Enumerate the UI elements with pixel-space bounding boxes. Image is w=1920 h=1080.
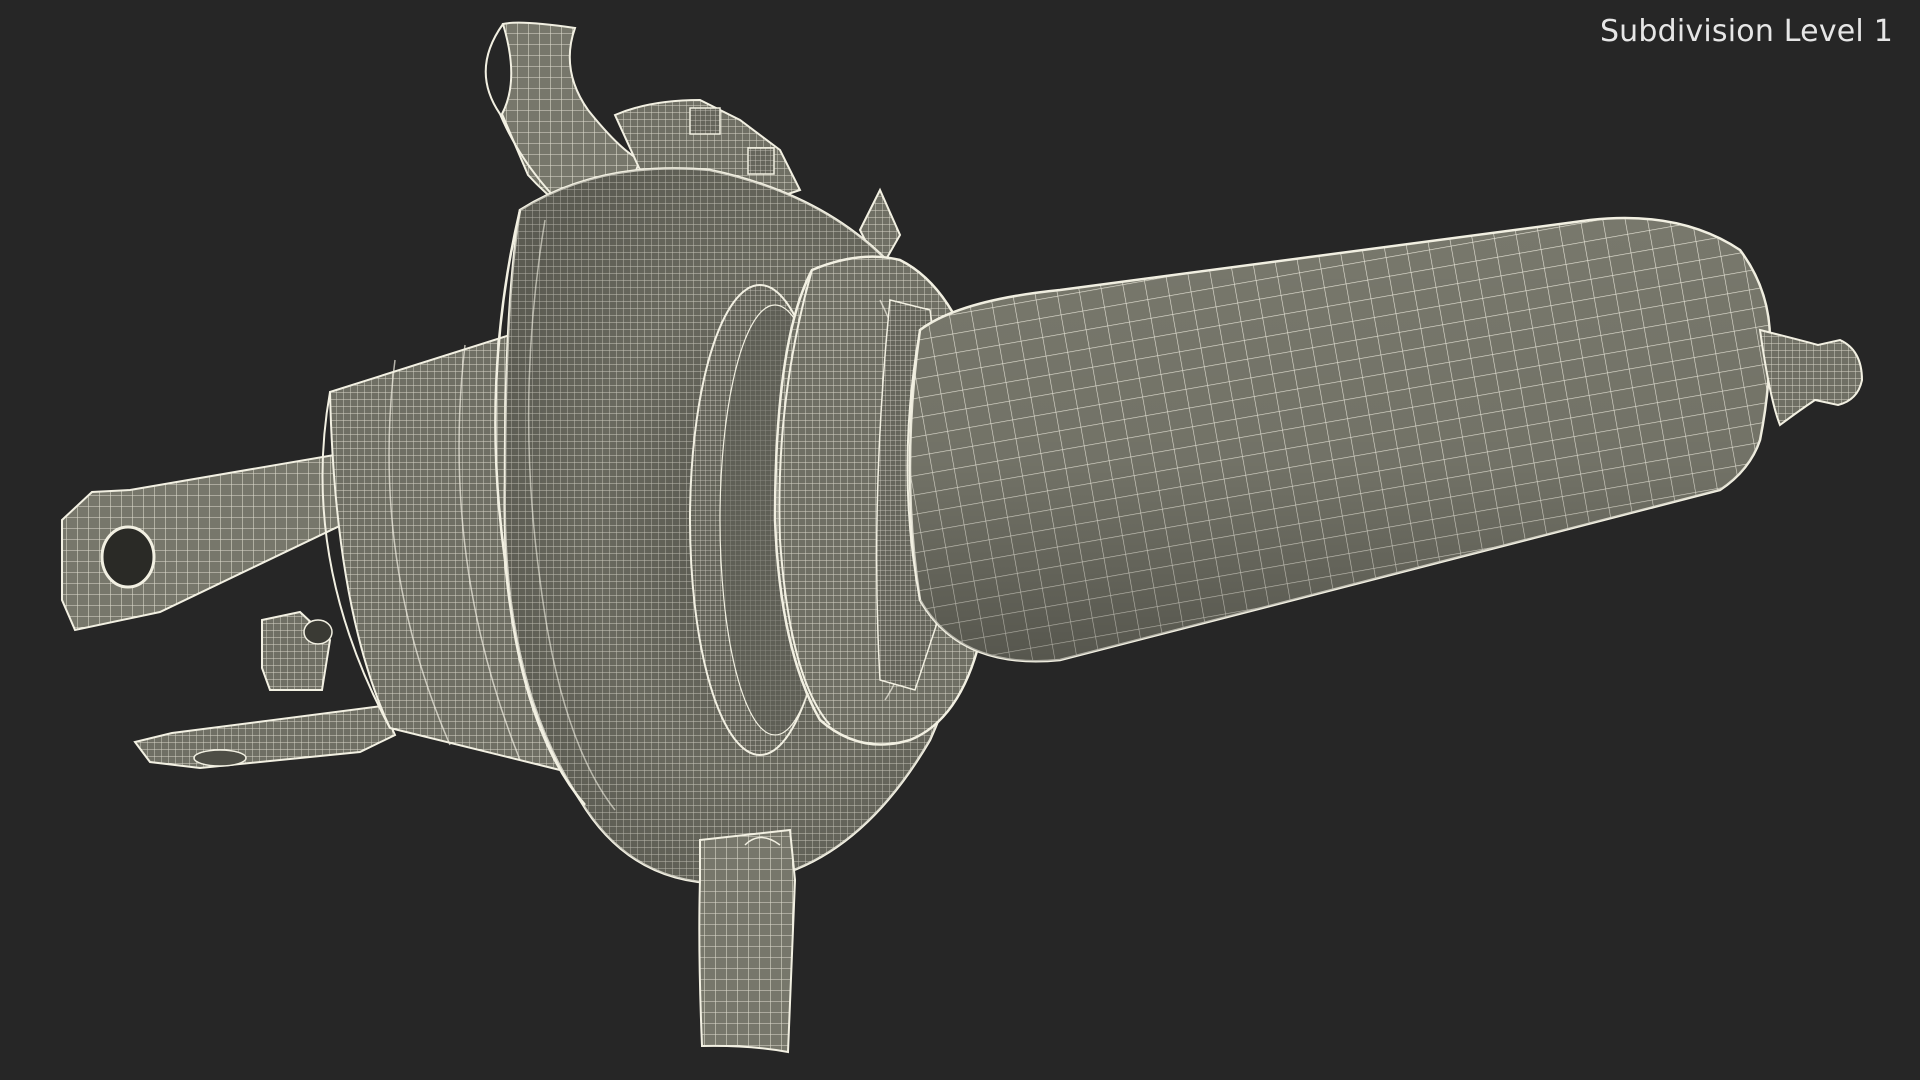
upper-terminal-tab: [61, 452, 354, 632]
terminal-bracket: [261, 610, 333, 691]
glass-tube: [906, 216, 1864, 663]
3d-viewport: Subdivision Level 1: [0, 0, 1920, 1080]
subdivision-level-label: Subdivision Level 1: [1599, 14, 1893, 49]
bottom-fin: [698, 828, 797, 1054]
lower-terminal-tab: [133, 704, 397, 770]
bulb-wireframe-model: [61, 21, 1864, 1054]
